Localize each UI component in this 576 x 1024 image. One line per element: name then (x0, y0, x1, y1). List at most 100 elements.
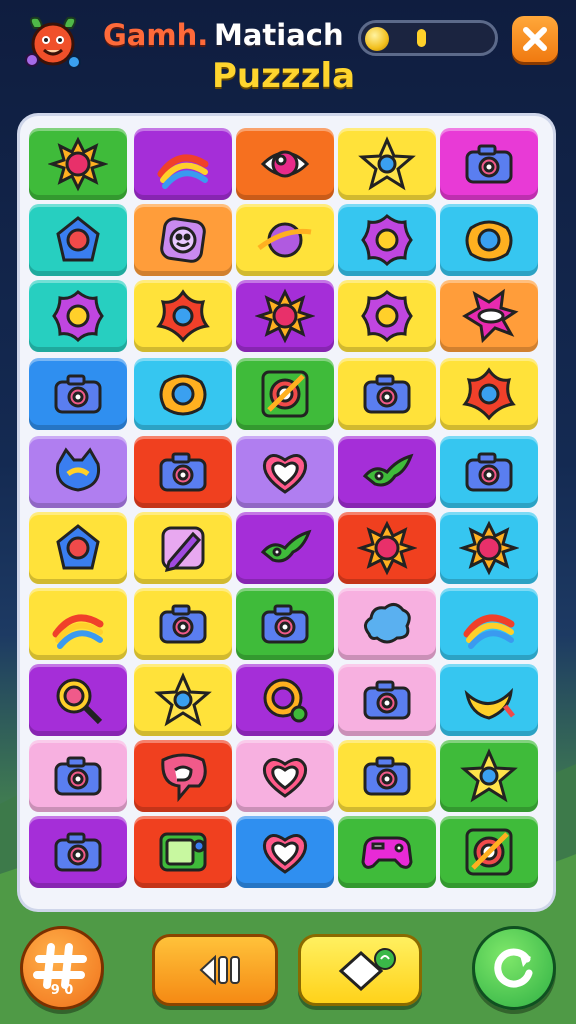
bird-icon (260, 529, 312, 563)
puzzle-tile[interactable] (236, 128, 334, 200)
puzzle-tile[interactable] (440, 664, 538, 736)
puzzle-tile[interactable] (338, 358, 436, 430)
star-icon (358, 136, 416, 191)
puzzle-tile[interactable] (134, 740, 232, 812)
puzzle-tile[interactable] (29, 436, 127, 508)
puzzle-tile[interactable] (236, 664, 334, 736)
restart-icon (494, 948, 533, 988)
puzzle-tile[interactable] (29, 816, 127, 888)
puzzle-tile[interactable] (440, 128, 538, 200)
bird-icon (362, 453, 414, 487)
close-button[interactable] (512, 16, 558, 62)
puzzle-tile[interactable] (338, 280, 436, 352)
close-icon (523, 27, 547, 51)
heart-icon (262, 758, 308, 798)
target-icon (465, 828, 513, 876)
hint-button[interactable] (298, 934, 422, 1006)
cloud-icon (364, 603, 411, 644)
shuffle-button[interactable]: 9 0 (20, 926, 104, 1010)
sun-flower-icon (255, 288, 315, 344)
blob-icon (159, 374, 207, 416)
puzzle-tile[interactable] (134, 436, 232, 508)
puzzle-tile[interactable] (440, 358, 538, 430)
puzzle-tile[interactable] (440, 436, 538, 508)
planet-icon (257, 222, 312, 258)
gem-icon (56, 524, 100, 570)
puzzle-tile[interactable] (134, 128, 232, 200)
smiley-icon (160, 217, 206, 263)
puzzle-tile[interactable] (134, 280, 232, 352)
puzzle-tile[interactable] (338, 740, 436, 812)
gamepad-icon (361, 836, 413, 869)
title-part-2: Matiach (214, 18, 344, 52)
puzzle-tile[interactable] (134, 204, 232, 276)
burst-icon (462, 288, 519, 344)
speech-bubble-icon (161, 753, 207, 803)
puzzle-tile[interactable] (338, 128, 436, 200)
puzzle-tile[interactable] (440, 204, 538, 276)
puzzle-tile[interactable] (134, 588, 232, 660)
star-flower-icon (156, 289, 210, 343)
puzzle-tile[interactable] (29, 128, 127, 200)
puzzle-tile[interactable] (236, 512, 334, 584)
puzzle-tile[interactable] (29, 358, 127, 430)
camera-icon (159, 604, 207, 644)
rewind-button[interactable] (152, 934, 278, 1006)
flower-icon (52, 289, 104, 343)
rainbow-icon (157, 154, 209, 189)
puzzle-tile[interactable] (440, 280, 538, 352)
puzzle-tile[interactable] (440, 512, 538, 584)
tag-icon (338, 948, 396, 992)
camera-icon (54, 374, 102, 414)
camera-icon (54, 832, 102, 872)
sun-flower-icon (48, 136, 108, 192)
puzzle-tile[interactable] (338, 588, 436, 660)
camera-icon (465, 452, 513, 492)
puzzle-tile[interactable] (29, 512, 127, 584)
puzzle-tile[interactable] (134, 512, 232, 584)
pencil-icon (161, 526, 205, 573)
puzzle-tile[interactable] (440, 816, 538, 888)
orb-icon (260, 150, 310, 178)
coin-progress-bar (358, 20, 498, 56)
puzzle-tile[interactable] (338, 204, 436, 276)
puzzle-tile[interactable] (29, 588, 127, 660)
star-icon (460, 748, 518, 803)
puzzle-tile[interactable] (338, 436, 436, 508)
puzzle-tile[interactable] (236, 204, 334, 276)
rainbow-icon (463, 614, 515, 649)
puzzle-tile[interactable] (29, 280, 127, 352)
game-header: Gamh. Matiach Puzzzla (0, 0, 576, 110)
puzzle-tile[interactable] (29, 204, 127, 276)
puzzle-tile[interactable] (134, 816, 232, 888)
magnifier-icon (56, 678, 103, 725)
puzzle-tile[interactable] (236, 436, 334, 508)
puzzle-tile[interactable] (134, 358, 232, 430)
puzzle-tile[interactable] (440, 740, 538, 812)
restart-button[interactable] (472, 926, 556, 1010)
puzzle-tile[interactable] (236, 816, 334, 888)
puzzle-tile[interactable] (338, 816, 436, 888)
sun-flower-icon (459, 520, 519, 576)
puzzle-tile[interactable] (236, 740, 334, 812)
sun-flower-icon (357, 520, 417, 576)
puzzle-tile[interactable] (236, 358, 334, 430)
shuffle-count: 9 0 (50, 983, 74, 998)
flower-icon (361, 289, 413, 343)
blob-icon (465, 220, 513, 262)
puzzle-tile[interactable] (338, 512, 436, 584)
puzzle-tile[interactable] (338, 664, 436, 736)
puzzle-tile[interactable] (29, 740, 127, 812)
camera-icon (363, 756, 411, 796)
puzzle-tile[interactable] (440, 588, 538, 660)
title-part-3: Puzzzla (212, 56, 356, 96)
puzzle-tile[interactable] (134, 664, 232, 736)
target-icon (261, 370, 309, 418)
camera-icon (363, 680, 411, 720)
puzzle-tile[interactable] (236, 280, 334, 352)
puzzle-tile[interactable] (236, 588, 334, 660)
heart-icon (262, 454, 308, 494)
puzzle-tile[interactable] (29, 664, 127, 736)
camera-icon (54, 756, 102, 796)
star-icon (154, 672, 212, 727)
